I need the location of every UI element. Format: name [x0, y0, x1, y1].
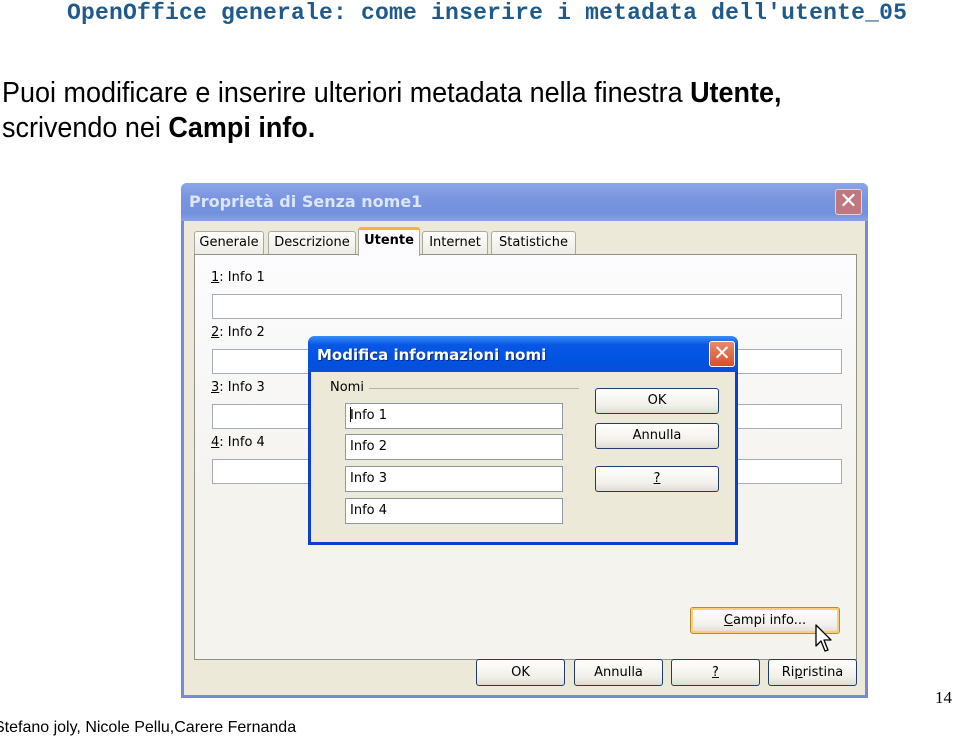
close-icon[interactable]: ✕ [835, 189, 862, 215]
close-icon[interactable]: ✕ [709, 341, 735, 367]
info1-label: 1: Info 1 [211, 270, 265, 285]
body-line1-text: Puoi modificare e inserire ulteriori met… [2, 77, 691, 109]
group-divider [369, 388, 579, 389]
modal-help-label: ? [653, 471, 661, 486]
info1-input[interactable] [212, 294, 842, 319]
page-number: 14 [935, 688, 952, 707]
modal-ok-button[interactable]: OK [595, 388, 719, 414]
slide-body-text: Puoi modificare e inserire ulteriori met… [2, 76, 886, 146]
info4-label: 4: Info 4 [211, 435, 265, 450]
info3-label: 3: Info 3 [211, 380, 265, 395]
ripristina-accel: p [794, 665, 803, 680]
tab-utente[interactable]: Utente [358, 227, 420, 256]
tab-generale[interactable]: Generale [194, 231, 264, 255]
info4-label-text: : Info 4 [219, 435, 265, 450]
campi-info-accel: C [723, 613, 733, 628]
properties-dialog-title: Proprietà di Senza nome1 [189, 192, 423, 211]
properties-dialog-titlebar[interactable]: Proprietà di Senza nome1 ✕ [181, 183, 868, 221]
ok-button[interactable]: OK [476, 659, 565, 686]
info1-label-text: : Info 1 [219, 270, 265, 285]
campi-info-label: ampi info... [732, 613, 807, 628]
tab-descrizione[interactable]: Descrizione [268, 231, 356, 255]
info2-label: 2: Info 2 [211, 325, 265, 340]
tab-internet[interactable]: Internet [422, 231, 488, 255]
info2-label-text: : Info 2 [219, 325, 265, 340]
info3-label-text: : Info 3 [219, 380, 265, 395]
body-line2-bold: Campi info. [168, 112, 316, 144]
slide-title: OpenOffice generale: come inserire i met… [67, 0, 908, 26]
modal-help-button[interactable]: ? [595, 466, 719, 492]
name-input-2[interactable]: Info 2 [345, 434, 563, 460]
body-line2-text: scrivendo nei [2, 112, 169, 144]
name-input-4[interactable]: Info 4 [345, 498, 563, 524]
nomi-group-label: Nomi [330, 380, 364, 395]
modal-annulla-button[interactable]: Annulla [595, 423, 719, 449]
help-button[interactable]: ? [671, 659, 760, 686]
name-input-1[interactable]: Info 1 [345, 403, 563, 429]
name-input-3[interactable]: Info 3 [345, 466, 563, 492]
modifica-informazioni-dialog: Modifica informazioni nomi ✕ Nomi Info 1… [308, 336, 738, 545]
help-button-label: ? [712, 665, 719, 680]
mouse-cursor-icon [815, 624, 832, 652]
tab-statistiche[interactable]: Statistiche [491, 231, 576, 255]
ripristina-pre: Ri [781, 665, 795, 680]
name-input-1-value: Info 1 [350, 408, 388, 423]
footer-authors: Stefano joly, Nicole Pellu,Carere Fernan… [0, 719, 297, 736]
modal-title: Modifica informazioni nomi [317, 346, 547, 364]
modal-titlebar[interactable]: Modifica informazioni nomi ✕ [308, 336, 738, 372]
annulla-button[interactable]: Annulla [574, 659, 663, 686]
body-line1-bold: Utente, [690, 77, 782, 109]
ripristina-button[interactable]: Ripristina [768, 659, 857, 686]
ripristina-post: ristina [802, 665, 844, 680]
